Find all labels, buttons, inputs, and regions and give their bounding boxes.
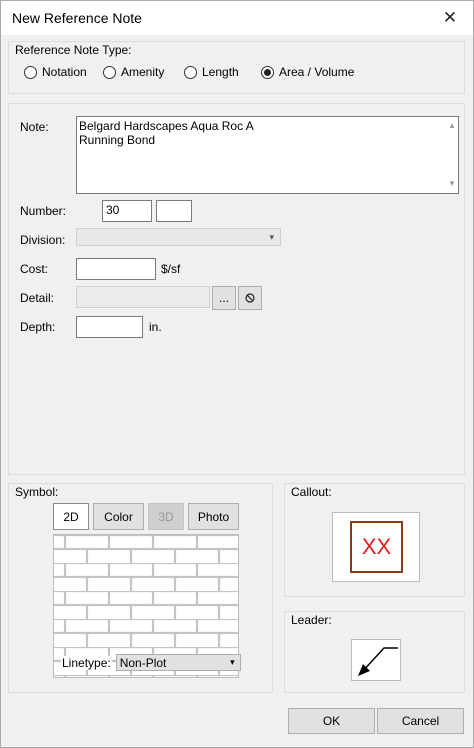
number-input[interactable]: 30: [102, 200, 152, 222]
cancel-button[interactable]: Cancel: [377, 708, 464, 734]
chevron-down-icon: ▾: [269, 232, 274, 242]
radio-circle-selected: [261, 65, 274, 79]
scroll-up-icon[interactable]: ▲: [448, 119, 456, 133]
note-type-label: Reference Note Type:: [15, 43, 132, 57]
linetype-row: Linetype: Non-Plot ▾: [61, 654, 241, 671]
close-icon: ✕: [442, 8, 458, 27]
note-line-1: Belgard Hardscapes Aqua Roc A: [79, 119, 254, 133]
leader-label: Leader:: [291, 613, 332, 627]
leader-preview[interactable]: [351, 639, 401, 681]
radio-area-volume[interactable]: Area / Volume: [261, 65, 354, 79]
linetype-select[interactable]: Non-Plot ▾: [115, 654, 241, 671]
dialog-window: New Reference Note ✕ Reference Note Type…: [0, 0, 474, 748]
radio-label: Area / Volume: [279, 65, 355, 79]
radio-circle: [24, 65, 37, 79]
number-label: Number:: [20, 204, 67, 218]
symbol-group: Symbol: 2D Color 3D Photo Linetype: Non-…: [8, 483, 273, 693]
detail-browse-button[interactable]: ...: [212, 286, 236, 310]
note-type-group: Reference Note Type: Notation Amenity Le…: [8, 41, 465, 94]
division-label: Division:: [20, 233, 66, 247]
close-button[interactable]: ✕: [427, 1, 473, 35]
cost-label: Cost:: [20, 262, 49, 276]
ok-button[interactable]: OK: [288, 708, 375, 734]
note-line-2: Running Bond: [79, 133, 156, 147]
cost-unit: $/sf: [161, 262, 181, 276]
detail-input: [76, 286, 210, 308]
chevron-down-icon: ▾: [230, 657, 235, 667]
cost-input[interactable]: [76, 258, 156, 280]
tab-2d[interactable]: 2D: [53, 503, 89, 530]
radio-length[interactable]: Length: [184, 65, 239, 79]
title-bar: New Reference Note ✕: [1, 1, 473, 35]
depth-input[interactable]: [76, 316, 143, 338]
linetype-label: Linetype:: [61, 655, 112, 670]
callout-label: Callout:: [291, 485, 332, 499]
radio-notation[interactable]: Notation: [24, 65, 87, 79]
symbol-label: Symbol:: [15, 485, 59, 499]
radio-dot: [264, 68, 271, 76]
note-textarea[interactable]: Belgard Hardscapes Aqua Roc A Running Bo…: [76, 116, 459, 194]
number-suffix-input[interactable]: [156, 200, 192, 222]
radio-label: Amenity: [121, 65, 165, 79]
leader-arrow-icon: [358, 647, 398, 676]
scroll-down-icon[interactable]: ▼: [448, 177, 456, 191]
linetype-value: Non-Plot: [119, 655, 167, 670]
window-title: New Reference Note: [12, 10, 142, 26]
radio-label: Length: [202, 65, 239, 79]
radio-circle: [103, 65, 116, 79]
depth-unit: in.: [149, 320, 162, 334]
tab-photo[interactable]: Photo: [188, 503, 239, 530]
detail-label: Detail:: [20, 291, 55, 305]
note-label: Note:: [20, 120, 49, 134]
callout-preview[interactable]: XX: [332, 512, 420, 582]
tab-3d: 3D: [148, 503, 184, 530]
radio-amenity[interactable]: Amenity: [103, 65, 164, 79]
detail-clear-button[interactable]: [238, 286, 262, 310]
radio-circle: [184, 65, 197, 79]
tab-color[interactable]: Color: [93, 503, 144, 530]
no-entry-icon: [245, 293, 255, 303]
callout-box: XX: [350, 521, 403, 573]
radio-label: Notation: [42, 65, 87, 79]
callout-group: Callout: XX: [284, 483, 465, 597]
division-select[interactable]: ▾: [76, 228, 281, 246]
leader-group: Leader:: [284, 611, 465, 693]
callout-text: XX: [361, 534, 392, 559]
fields-group: Note: Belgard Hardscapes Aqua Roc A Runn…: [8, 103, 465, 475]
depth-label: Depth:: [20, 320, 56, 334]
